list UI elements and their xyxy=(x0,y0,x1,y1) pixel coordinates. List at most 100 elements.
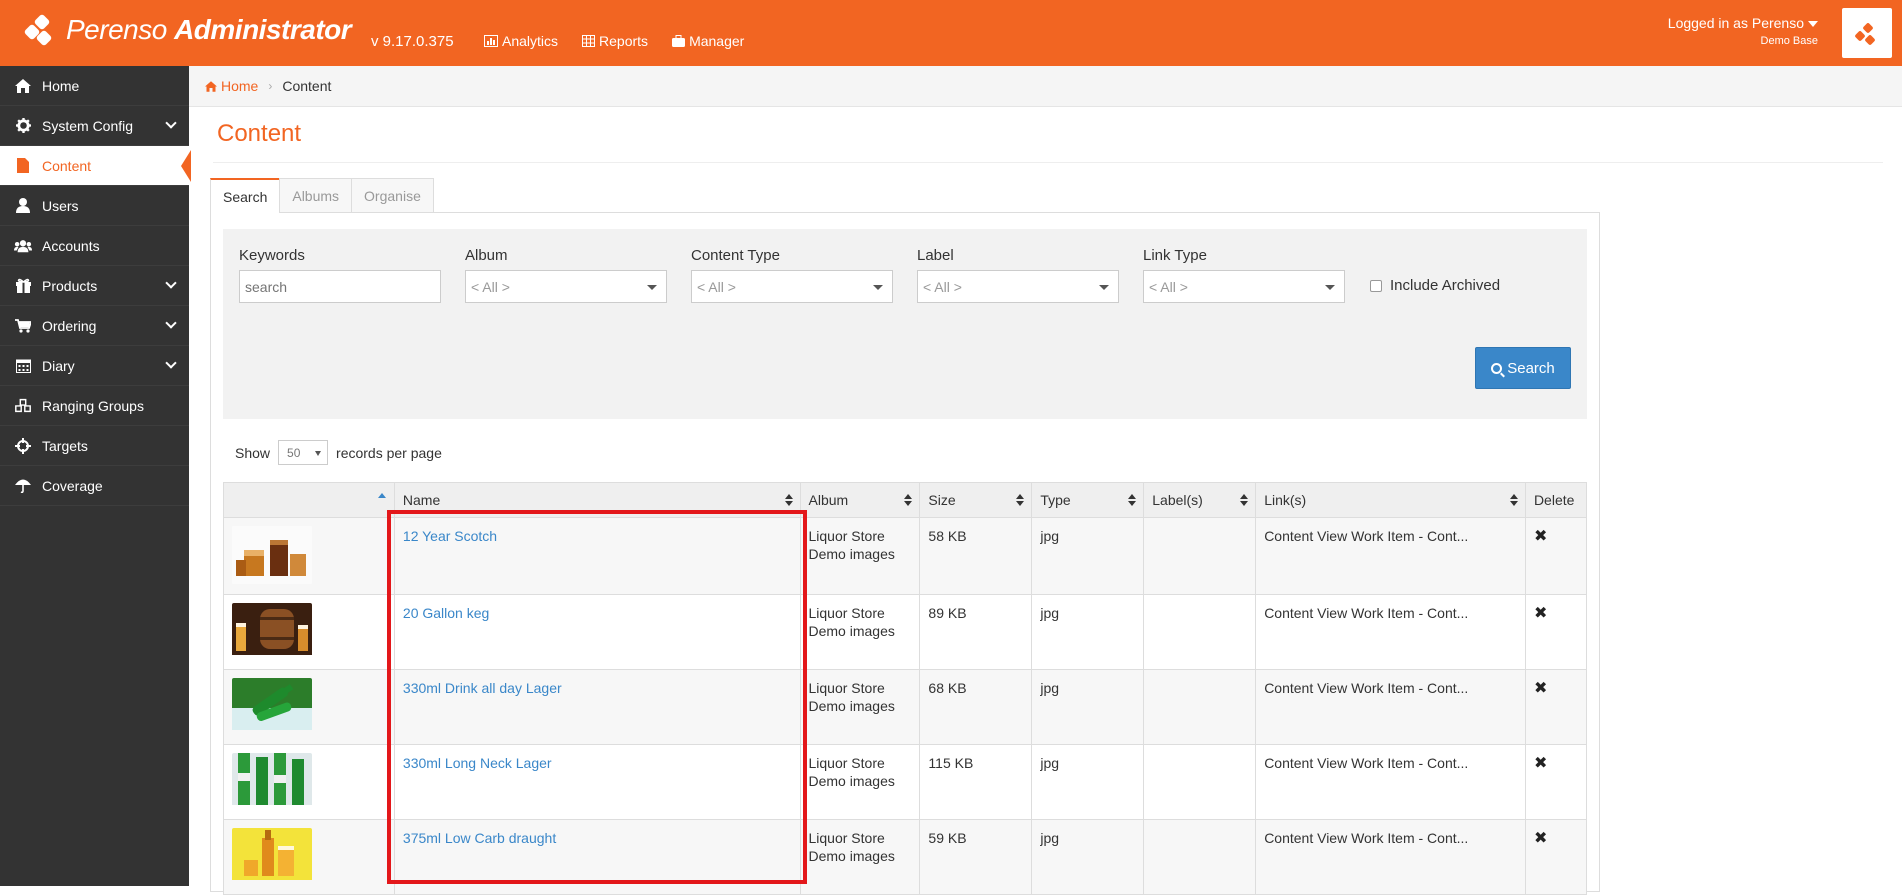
labels-cell xyxy=(1143,669,1257,745)
content-name-link[interactable]: 12 Year Scotch xyxy=(403,528,497,544)
thumbnail-long-neck-image[interactable] xyxy=(232,753,312,811)
sidebar-item-label: Coverage xyxy=(42,477,103,494)
label-select[interactable]: < All > xyxy=(917,270,1119,303)
content-type-label: Content Type xyxy=(691,247,780,264)
page-size-select[interactable]: 50 xyxy=(278,440,329,465)
content-name-link[interactable]: 330ml Drink all day Lager xyxy=(403,680,562,696)
sidebar-item-coverage[interactable]: Coverage xyxy=(0,466,189,506)
album-cell: Liquor Store Demo images xyxy=(799,594,921,670)
sidebar-item-accounts[interactable]: Accounts xyxy=(0,226,189,266)
tab-organise[interactable]: Organise xyxy=(351,178,434,212)
search-button-label: Search xyxy=(1507,359,1555,377)
column-header-type[interactable]: Type xyxy=(1031,482,1145,518)
link-type-select[interactable]: < All > xyxy=(1143,270,1345,303)
brand-name: Perenso Administrator xyxy=(66,14,352,45)
thumbnail-lager-image[interactable] xyxy=(232,678,312,736)
include-archived[interactable]: Include Archived xyxy=(1370,277,1500,294)
sidebar-item-label: Ordering xyxy=(42,317,97,334)
delete-icon[interactable]: ✖ xyxy=(1534,755,1547,772)
dropdown-arrow-icon xyxy=(315,451,322,456)
breadcrumb-current: Content xyxy=(282,78,332,94)
table-row: 330ml Drink all day Lager Liquor Store De… xyxy=(223,669,1588,745)
size-cell: 59 KB xyxy=(919,819,1033,895)
gear-icon xyxy=(14,118,32,134)
column-header-album[interactable]: Album xyxy=(799,482,921,518)
name-cell: 375ml Low Carb draught xyxy=(393,819,801,895)
type-cell: jpg xyxy=(1031,517,1145,595)
search-button[interactable]: Search xyxy=(1475,347,1571,389)
tab-search[interactable]: Search xyxy=(210,178,281,213)
chart-icon xyxy=(484,35,498,47)
keywords-input[interactable] xyxy=(239,270,441,303)
sidebar-item-label: System Config xyxy=(42,117,134,134)
dropdown-arrow-icon xyxy=(1325,285,1335,290)
logged-in-label: Logged in as Perenso xyxy=(1667,15,1804,31)
column-header-thumbnail[interactable] xyxy=(223,482,395,518)
user-menu-toggle[interactable]: Logged in as Perenso xyxy=(1668,14,1818,32)
sidebar-item-label: Products xyxy=(42,277,98,294)
thumbnail-keg-image[interactable] xyxy=(232,603,312,661)
sidebar-item-content[interactable]: Content xyxy=(0,146,191,186)
column-header-links[interactable]: Link(s) xyxy=(1255,482,1526,518)
tab-bar: Search Albums Organise xyxy=(210,178,434,213)
sidebar-item-ranging-groups[interactable]: Ranging Groups xyxy=(0,386,189,426)
sidebar-item-label: Ranging Groups xyxy=(42,397,144,414)
tab-albums[interactable]: Albums xyxy=(279,178,353,212)
sort-icon xyxy=(1016,494,1025,506)
thumbnail-draught-image[interactable] xyxy=(232,828,312,886)
avatar[interactable] xyxy=(1842,8,1892,58)
page-size-value: 50 xyxy=(287,445,301,460)
album-select[interactable]: < All > xyxy=(465,270,667,303)
include-archived-checkbox[interactable] xyxy=(1370,279,1382,292)
delete-icon[interactable]: ✖ xyxy=(1534,680,1547,697)
content-name-link[interactable]: 375ml Low Carb draught xyxy=(403,830,556,846)
records-per-page-label: records per page xyxy=(336,444,442,461)
content-name-link[interactable]: 330ml Long Neck Lager xyxy=(403,755,552,771)
sidebar-item-ordering[interactable]: Ordering xyxy=(0,306,189,346)
table-row: 375ml Low Carb draught Liquor Store Demo … xyxy=(223,819,1588,895)
album-label: Album xyxy=(465,247,508,264)
keywords-group: Keywords xyxy=(239,247,441,303)
thumbnail-cell xyxy=(223,819,395,895)
column-header-labels[interactable]: Label(s) xyxy=(1143,482,1257,518)
user-icon xyxy=(14,198,32,214)
delete-icon[interactable]: ✖ xyxy=(1534,605,1547,622)
delete-icon[interactable]: ✖ xyxy=(1534,830,1547,847)
content-table: Name Album Size Type Label(s) Link(s) De… xyxy=(223,482,1588,895)
dropdown-arrow-icon xyxy=(647,285,657,290)
sidebar-item-users[interactable]: Users xyxy=(0,186,189,226)
column-header-name[interactable]: Name xyxy=(393,482,801,518)
delete-cell: ✖ xyxy=(1524,819,1588,895)
brand[interactable]: Perenso Administrator xyxy=(23,10,352,50)
user-menu[interactable]: Logged in as Perenso Demo Base xyxy=(1668,14,1818,50)
column-header-size[interactable]: Size xyxy=(919,482,1033,518)
labels-cell xyxy=(1143,517,1257,595)
nav-reports[interactable]: Reports xyxy=(582,33,648,49)
label-select-value: < All > xyxy=(923,278,962,295)
album-select-value: < All > xyxy=(471,278,510,295)
sidebar-item-products[interactable]: Products xyxy=(0,266,189,306)
include-archived-label: Include Archived xyxy=(1390,277,1501,294)
sidebar-item-label: Users xyxy=(42,197,79,214)
chevron-down-icon xyxy=(165,277,177,289)
sidebar-item-targets[interactable]: Targets xyxy=(0,426,189,466)
breadcrumb-separator-icon: › xyxy=(268,79,273,93)
table-row: 330ml Long Neck Lager Liquor Store Demo i… xyxy=(223,744,1588,820)
content-name-link[interactable]: 20 Gallon keg xyxy=(403,605,489,621)
breadcrumb-home[interactable]: Home xyxy=(205,78,258,94)
labels-cell xyxy=(1143,819,1257,895)
users-icon xyxy=(14,238,32,254)
sidebar-item-home[interactable]: Home xyxy=(0,66,189,106)
sidebar-item-diary[interactable]: Diary xyxy=(0,346,189,386)
name-cell: 12 Year Scotch xyxy=(393,517,801,595)
umbrella-icon xyxy=(14,478,32,494)
records-per-page: Show 50 records per page xyxy=(235,440,442,465)
sort-asc-icon xyxy=(377,493,386,498)
thumbnail-whisky-image[interactable] xyxy=(232,526,312,584)
sidebar-item-system-config[interactable]: System Config xyxy=(0,106,189,146)
delete-icon[interactable]: ✖ xyxy=(1534,528,1547,545)
search-icon xyxy=(1491,362,1503,374)
content-type-select[interactable]: < All > xyxy=(691,270,893,303)
nav-analytics[interactable]: Analytics xyxy=(484,33,558,49)
nav-manager[interactable]: Manager xyxy=(672,33,744,49)
